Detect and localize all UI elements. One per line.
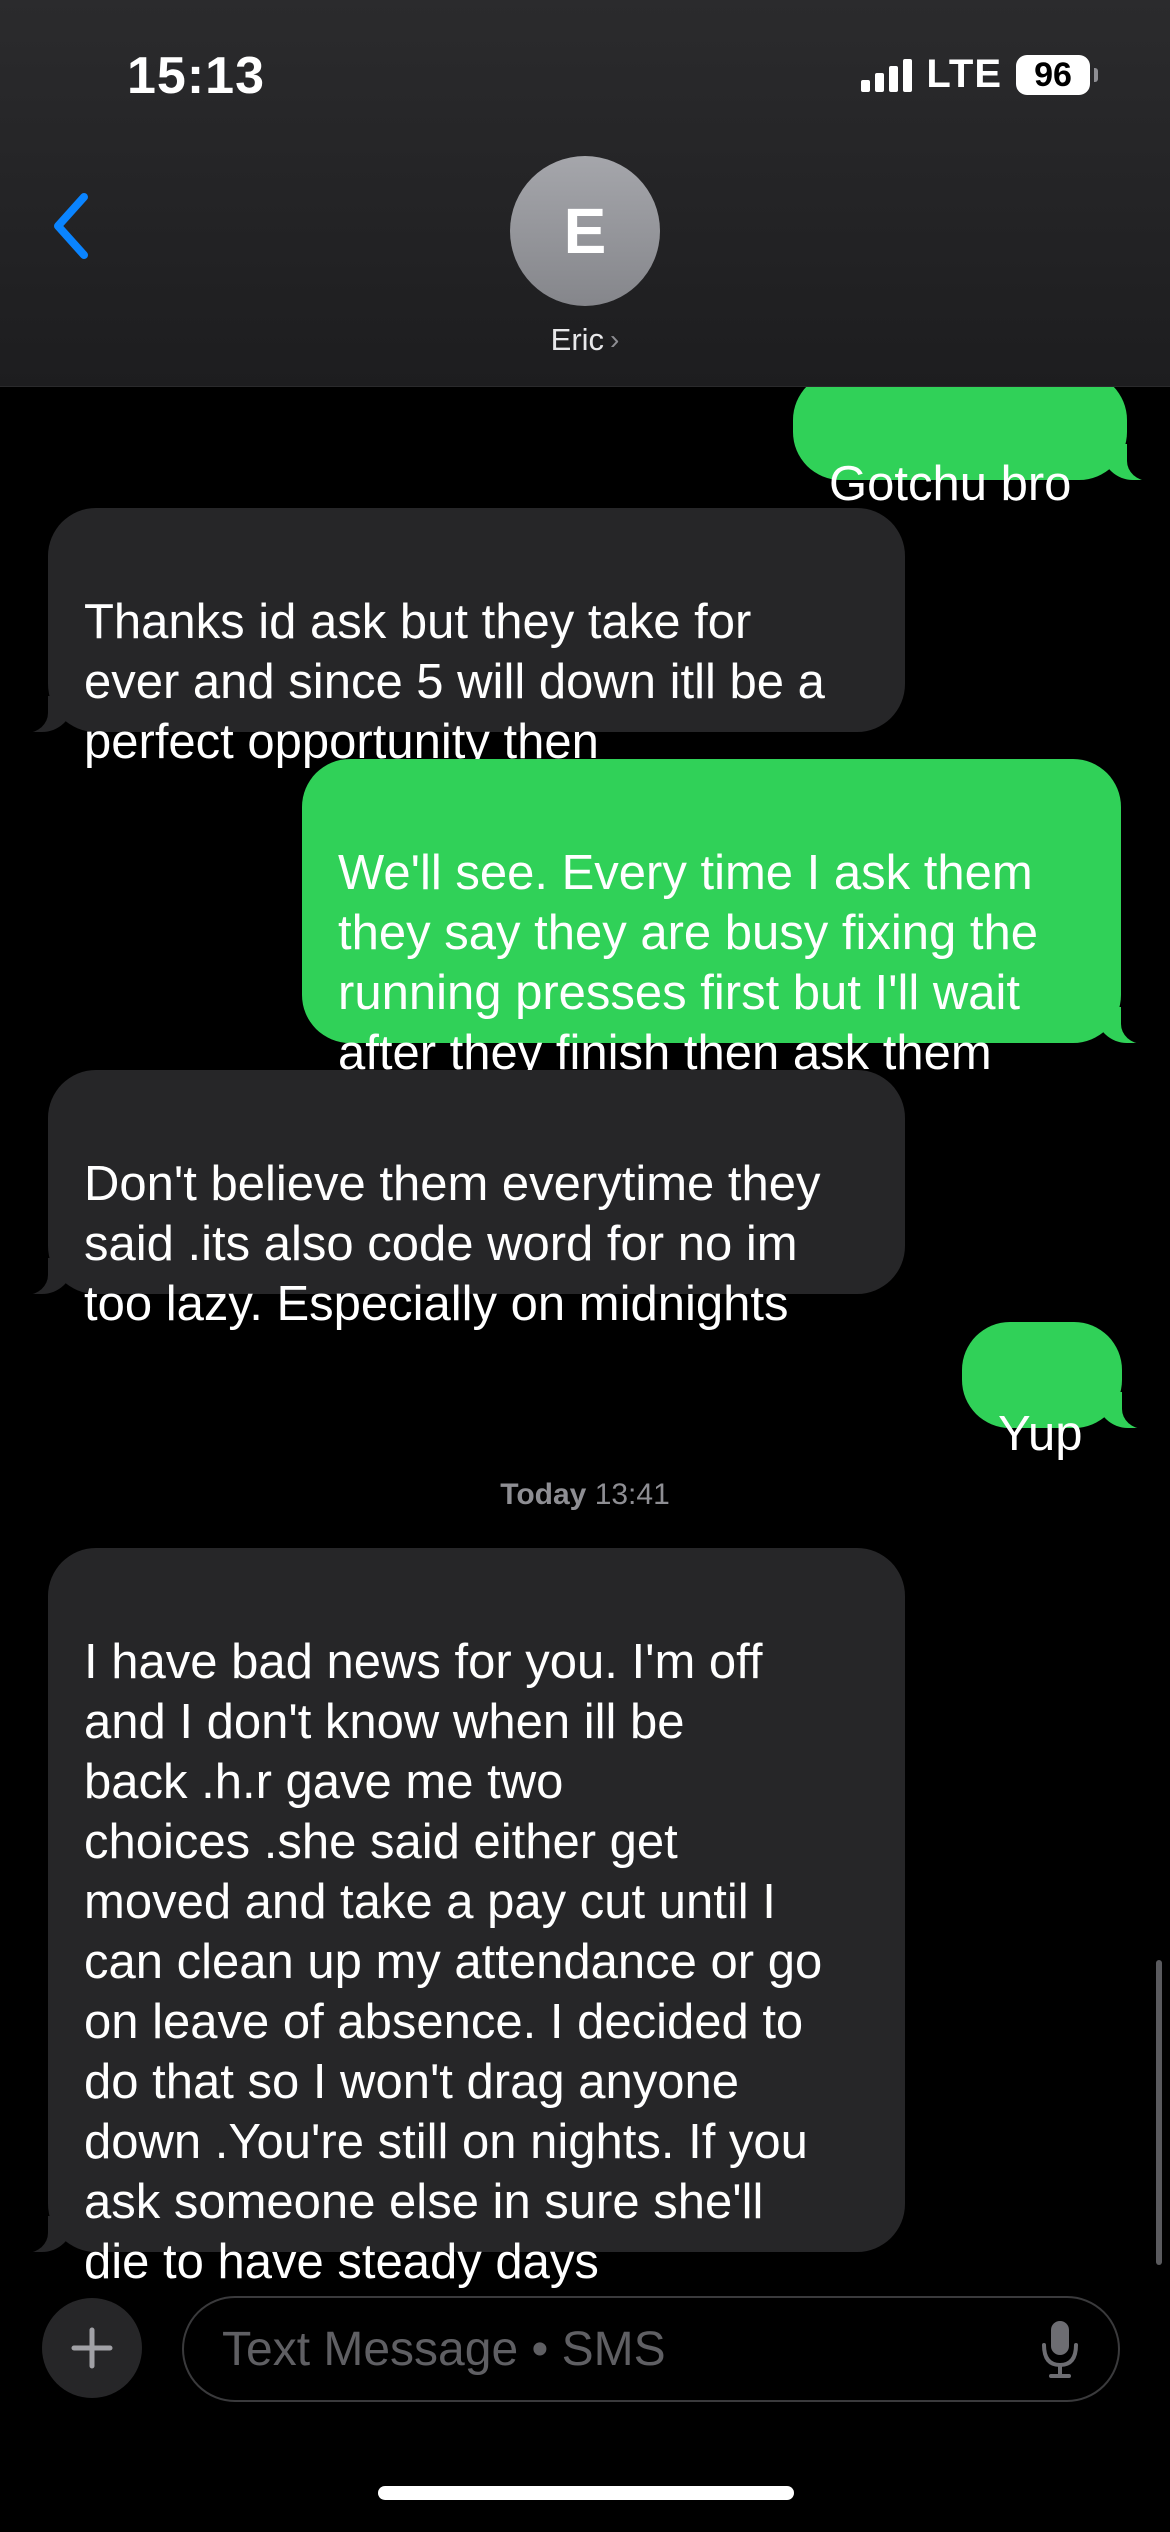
- contact-name: Eric: [550, 322, 605, 357]
- home-indicator[interactable]: [378, 2486, 794, 2500]
- message-bubble-sent[interactable]: Yup: [962, 1322, 1162, 1461]
- chevron-right-icon: ›: [610, 324, 620, 355]
- chevron-left-icon: [54, 193, 88, 259]
- timestamp-day: Today: [500, 1478, 587, 1511]
- message-bubble-received[interactable]: Don't believe them everytime they said .…: [8, 1070, 905, 1331]
- timestamp-time: 13:41: [594, 1478, 670, 1511]
- message-text: We'll see. Every time I ask them they sa…: [338, 846, 1038, 1080]
- message-text: Gotchu bro: [829, 457, 1072, 511]
- back-button[interactable]: [42, 186, 102, 266]
- battery-icon: 96: [1016, 54, 1098, 95]
- status-time: 15:13: [127, 47, 265, 105]
- message-text: Thanks id ask but they take for ever and…: [84, 595, 825, 769]
- message-bubble-sent[interactable]: Gotchu bro: [793, 372, 1167, 511]
- message-input[interactable]: Text Message • SMS: [182, 2296, 1120, 2402]
- message-timestamp: Today 13:41: [0, 1478, 1170, 1512]
- network-label: LTE: [926, 52, 1002, 96]
- message-input-placeholder: Text Message • SMS: [222, 2322, 666, 2376]
- signal-strength-icon: [861, 58, 913, 92]
- contact-name-button[interactable]: Eric ›: [0, 322, 1170, 358]
- message-bubble-received[interactable]: I have bad news for you. I'm off and I d…: [8, 1548, 905, 2289]
- message-text: Don't believe them everytime they said .…: [84, 1157, 821, 1331]
- message-bubble-received[interactable]: Thanks id ask but they take for ever and…: [8, 508, 905, 769]
- contact-avatar[interactable]: E: [510, 156, 660, 306]
- status-indicators: LTE 96: [861, 52, 1098, 97]
- scrollbar[interactable]: [1156, 1960, 1162, 2265]
- message-text: Yup: [998, 1407, 1083, 1461]
- add-attachment-button[interactable]: [42, 2298, 142, 2398]
- plus-icon: [71, 2327, 113, 2369]
- microphone-icon[interactable]: [1040, 2319, 1080, 2379]
- message-text: I have bad news for you. I'm off and I d…: [84, 1635, 823, 2289]
- message-bubble-sent[interactable]: We'll see. Every time I ask them they sa…: [302, 759, 1161, 1080]
- conversation-header: 15:13 LTE 96 E Eric ›: [0, 0, 1170, 387]
